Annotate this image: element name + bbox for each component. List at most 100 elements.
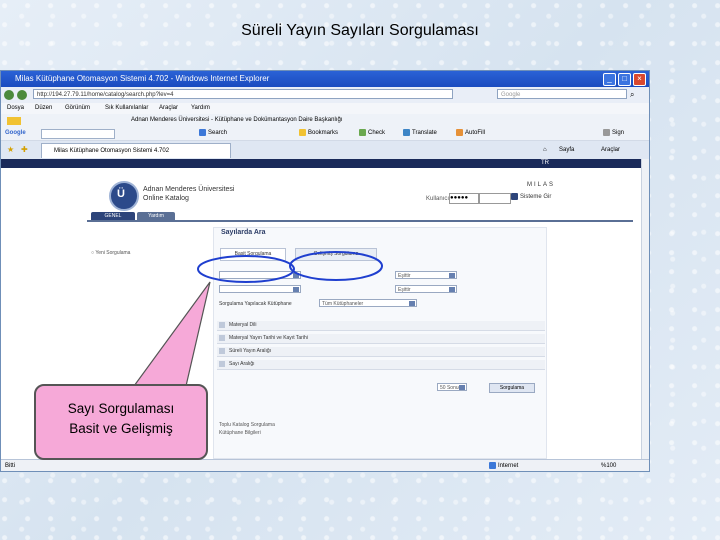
add-favorites-icon[interactable]: ✚ (21, 145, 28, 154)
toolbar-signin-button[interactable]: Sign In (603, 127, 624, 149)
expand-icon (219, 348, 225, 354)
tab-general[interactable]: GENEL (91, 212, 135, 220)
address-input[interactable]: http://194.27.79.11/home/catalog/search.… (33, 89, 453, 99)
library-select[interactable]: Tüm Kütüphaneler (319, 299, 417, 307)
tab-advanced-query[interactable]: Gelişmiş Sorgulama (295, 248, 377, 261)
zoom-level[interactable]: %100 (601, 460, 616, 471)
google-search-field[interactable] (41, 129, 115, 139)
menu-item-help[interactable]: Yardım (191, 103, 210, 114)
operator-select-2[interactable]: Eşittir (395, 285, 457, 293)
search-input[interactable]: Google (497, 89, 627, 99)
window-title: Milas Kütüphane Otomasyon Sistemi 4.702 … (15, 74, 270, 83)
star-icon (299, 128, 306, 136)
toolbar-bookmarks-button[interactable]: Bookmarks (299, 127, 338, 140)
university-line2: Online Katalog (143, 195, 189, 202)
nav-tabs: GENEL Yardım (87, 212, 633, 222)
login-icon (511, 193, 518, 200)
results-per-page-value: 50 Sonuç (440, 385, 462, 391)
tab-help[interactable]: Yardım (137, 212, 175, 220)
library-filter-label: Sorgulama Yapılacak Kütüphane (219, 301, 292, 307)
login-button[interactable]: Sisteme Gir (511, 193, 551, 200)
vertical-scrollbar[interactable] (641, 159, 649, 459)
brand-logo: MILAS (527, 182, 556, 188)
login-button-label: Sisteme Gir (520, 194, 552, 201)
links-bar: Adnan Menderes Üniversitesi - Kütüphane … (1, 114, 649, 128)
toolbar-check-label: Check (368, 130, 386, 136)
favorites-icon[interactable]: ★ (7, 145, 14, 154)
menu-item-tools[interactable]: Araçlar (159, 103, 178, 114)
chevron-down-icon (459, 385, 465, 390)
toolbar-check-button[interactable]: Check (359, 127, 385, 140)
expand-icon (219, 335, 225, 341)
toolbar-translate-label: Translate (412, 130, 437, 136)
close-icon[interactable]: × (633, 73, 646, 86)
tab-bar: ★ ✚ Milas Kütüphane Otomasyon Sistemi 4.… (1, 141, 649, 160)
google-toolbar: Google Search Bookmarks Check Translate … (1, 127, 649, 149)
library-info-link[interactable]: Kütüphane Bilgileri (219, 429, 275, 437)
link-item[interactable]: Adnan Menderes Üniversitesi - Kütüphane … (131, 114, 342, 127)
operator-select-1[interactable]: Eşittir (395, 271, 457, 279)
address-row: http://194.27.79.11/home/catalog/search.… (1, 87, 649, 104)
window-titlebar: Milas Kütüphane Otomasyon Sistemi 4.702 … (1, 71, 649, 87)
toolbar-autofill-label: AutoFill (465, 130, 486, 136)
chevron-down-icon (449, 273, 455, 278)
chevron-down-icon (293, 287, 299, 292)
favorites-star-icon[interactable] (7, 117, 21, 125)
bottom-links: Toplu Katalog Sorgulama Kütüphane Bilgil… (219, 421, 275, 437)
back-icon[interactable] (4, 90, 14, 100)
menu-item-view[interactable]: Görünüm (65, 103, 90, 114)
union-catalog-link[interactable]: Toplu Katalog Sorgulama (219, 421, 275, 429)
toolbar-search-button[interactable]: Search (199, 127, 227, 140)
university-name: Adnan Menderes Üniversitesi Online Katal… (143, 185, 234, 203)
results-per-page-select[interactable]: 50 Sonuç (437, 383, 467, 391)
accordion-dates-label: Materyal Yayın Tarihi ve Kayıt Tarihi (229, 335, 308, 341)
maximize-icon[interactable]: □ (618, 73, 631, 86)
check-icon (359, 128, 366, 136)
accordion-language-label: Materyal Dili (229, 322, 257, 328)
password-field[interactable]: ●●●●● (449, 193, 479, 204)
expand-icon (219, 361, 225, 367)
user-icon (603, 128, 610, 136)
username-field[interactable] (479, 193, 511, 204)
status-bar: Bitti Internet %100 (1, 459, 649, 471)
toolbar-bookmarks-label: Bookmarks (308, 130, 339, 136)
chevron-down-icon (293, 273, 299, 278)
toolbar-autofill-button[interactable]: AutoFill (456, 127, 485, 140)
menu-item-edit[interactable]: Düzen (35, 103, 52, 114)
field-select-2[interactable] (219, 285, 301, 293)
callout-line1: Sayı Sorgulaması (67, 401, 175, 416)
globe-icon (489, 461, 496, 469)
status-zone-label: Internet (498, 463, 519, 469)
field-select-1[interactable] (219, 271, 301, 279)
menu-item-file[interactable]: Dosya (7, 103, 24, 114)
library-select-value: Tüm Kütüphaneler (322, 301, 364, 307)
accordion-range[interactable]: Süreli Yayın Aralığı (217, 347, 545, 357)
panel-title: Sayılarda Ara (221, 229, 266, 236)
expand-icon (219, 322, 225, 328)
chevron-down-icon (449, 287, 455, 292)
language-link[interactable]: TR (541, 159, 549, 168)
accordion-issue-range-label: Sayı Aralığı (229, 361, 255, 367)
menu-item-favorites[interactable]: Sık Kullanılanlar (105, 103, 148, 114)
university-line1: Adnan Menderes Üniversitesi (143, 186, 235, 193)
forward-icon[interactable] (17, 90, 27, 100)
toolbar-translate-button[interactable]: Translate (403, 127, 437, 140)
tab-simple-query[interactable]: Basit Sorgulama (220, 248, 286, 261)
search-button[interactable]: Sorgulama (489, 383, 535, 393)
home-icon[interactable]: ⌂ (543, 144, 547, 156)
tools-menu[interactable]: Araçlar (601, 144, 620, 156)
autofill-icon (456, 128, 463, 136)
accordion-dates[interactable]: Materyal Yayın Tarihi ve Kayıt Tarihi (217, 334, 545, 344)
toolbar-search-label: Search (208, 130, 228, 136)
accordion-language[interactable]: Materyal Dili (217, 321, 545, 331)
search-icon[interactable]: ⌕ (630, 90, 634, 100)
browser-tab[interactable]: Milas Kütüphane Otomasyon Sistemi 4.702 (41, 143, 231, 158)
chevron-down-icon (409, 301, 415, 306)
page-menu[interactable]: Sayfa (559, 144, 574, 156)
operator-select-1-value: Eşittir (398, 273, 411, 279)
menu-bar: Dosya Düzen Görünüm Sık Kullanılanlar Ar… (1, 103, 649, 114)
new-query-radio[interactable]: ○ Yeni Sorgulama (91, 250, 130, 256)
minimize-icon[interactable]: _ (603, 73, 616, 86)
accordion-issue-range[interactable]: Sayı Aralığı (217, 360, 545, 370)
top-stripe: TR (1, 159, 641, 168)
